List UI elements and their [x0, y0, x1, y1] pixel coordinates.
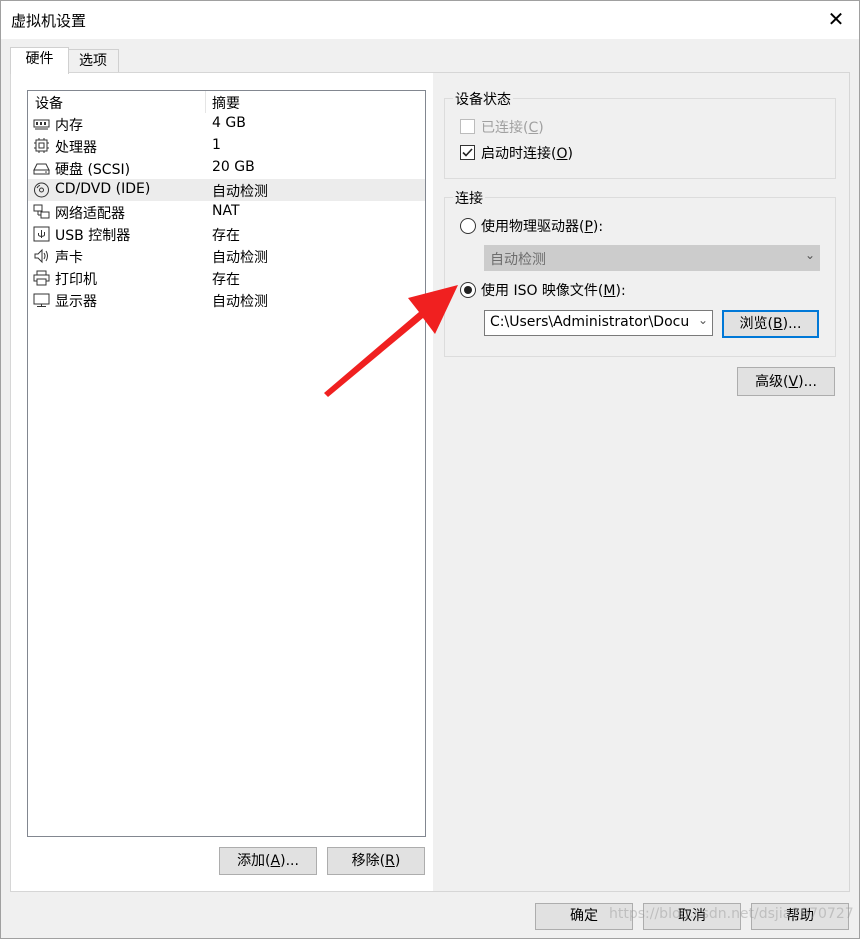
annotation-arrow-icon	[324, 285, 458, 397]
tab-hardware-label: 硬件	[25, 51, 54, 67]
tab-hardware[interactable]: 硬件	[10, 47, 69, 74]
